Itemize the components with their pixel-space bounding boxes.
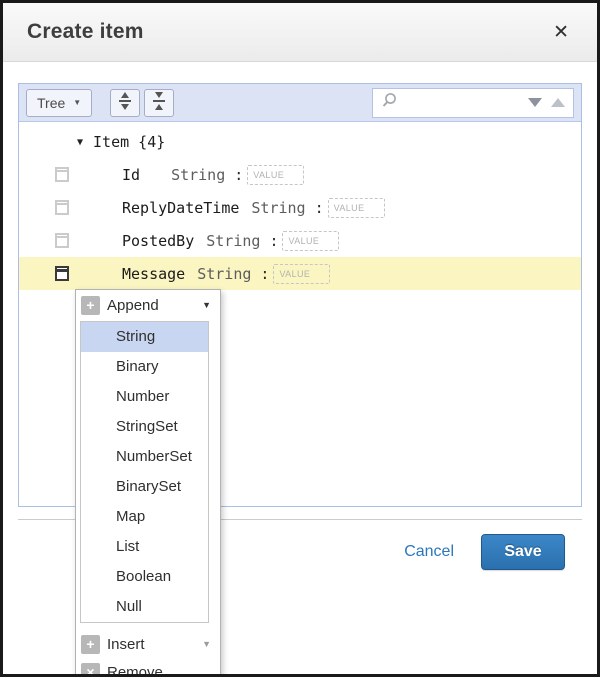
collapse-all-button[interactable] bbox=[144, 89, 174, 117]
chevron-down-icon: ▼ bbox=[202, 300, 211, 310]
tree-root-row[interactable]: ▼ Item {4} bbox=[19, 126, 581, 158]
search-input[interactable] bbox=[403, 95, 523, 110]
disclosure-triangle-icon[interactable]: ▼ bbox=[77, 137, 83, 148]
chevron-down-icon: ▼ bbox=[202, 639, 211, 649]
search-prev-icon[interactable] bbox=[528, 98, 542, 107]
append-type-submenu: String Binary Number StringSet NumberSet… bbox=[80, 321, 209, 623]
save-button[interactable]: Save bbox=[481, 534, 565, 570]
cancel-button[interactable]: Cancel bbox=[404, 543, 454, 561]
search-icon bbox=[381, 92, 398, 114]
attr-name: Message bbox=[122, 265, 185, 283]
row-context-menu: + Append ▼ String Binary Number StringSe… bbox=[75, 289, 221, 677]
type-option-stringset[interactable]: StringSet bbox=[81, 412, 208, 442]
type-option-numberset[interactable]: NumberSet bbox=[81, 442, 208, 472]
chevron-down-icon: ▼ bbox=[73, 98, 81, 107]
editor-toolbar: Tree ▼ bbox=[19, 84, 581, 122]
remove-label: Remove bbox=[107, 664, 163, 677]
insert-label: Insert bbox=[107, 636, 145, 653]
plus-icon: + bbox=[81, 296, 100, 315]
expand-all-icon bbox=[117, 91, 133, 114]
attr-colon: : bbox=[315, 199, 324, 217]
append-label: Append bbox=[107, 297, 159, 314]
tree-row-postedby[interactable]: PostedBy String : VALUE bbox=[19, 224, 581, 257]
type-option-list[interactable]: List bbox=[81, 532, 208, 562]
close-icon[interactable]: ✕ bbox=[549, 19, 573, 46]
row-actions-icon[interactable] bbox=[55, 233, 69, 248]
type-option-string[interactable]: String bbox=[81, 322, 208, 352]
attr-type: String bbox=[206, 232, 260, 250]
menu-item-insert[interactable]: + Insert ▼ bbox=[76, 630, 220, 658]
type-option-map[interactable]: Map bbox=[81, 502, 208, 532]
create-item-dialog: Create item ✕ Tree ▼ bbox=[0, 0, 600, 677]
tree-root-label: Item {4} bbox=[93, 133, 165, 151]
dialog-footer: Cancel Save bbox=[404, 534, 565, 570]
attr-colon: : bbox=[260, 265, 269, 283]
value-input[interactable]: VALUE bbox=[328, 198, 385, 218]
tree-row-replydatetime[interactable]: ReplyDateTime String : VALUE bbox=[19, 191, 581, 224]
dialog-titlebar: Create item ✕ bbox=[3, 3, 597, 62]
search-next-icon[interactable] bbox=[551, 98, 565, 107]
collapse-all-icon bbox=[151, 91, 167, 114]
dialog-title: Create item bbox=[27, 20, 144, 44]
type-option-number[interactable]: Number bbox=[81, 382, 208, 412]
attr-type: String bbox=[251, 199, 305, 217]
tree-row-message[interactable]: Message String : VALUE bbox=[19, 257, 581, 290]
plus-icon: + bbox=[81, 635, 100, 654]
expand-all-button[interactable] bbox=[110, 89, 140, 117]
attr-name: ReplyDateTime bbox=[122, 199, 239, 217]
row-actions-icon[interactable] bbox=[55, 266, 69, 281]
attr-type: String bbox=[171, 166, 225, 184]
attr-colon: : bbox=[269, 232, 278, 250]
value-input[interactable]: VALUE bbox=[247, 165, 304, 185]
value-input[interactable]: VALUE bbox=[282, 231, 339, 251]
attr-colon: : bbox=[234, 166, 243, 184]
attr-name: PostedBy bbox=[122, 232, 194, 250]
type-option-null[interactable]: Null bbox=[81, 592, 208, 622]
attr-type: String bbox=[197, 265, 251, 283]
view-mode-label: Tree bbox=[37, 95, 65, 111]
menu-item-append[interactable]: + Append ▼ bbox=[76, 290, 220, 320]
type-option-binaryset[interactable]: BinarySet bbox=[81, 472, 208, 502]
type-option-boolean[interactable]: Boolean bbox=[81, 562, 208, 592]
remove-x-icon: × bbox=[81, 663, 100, 677]
tree-row-id[interactable]: Id String : VALUE bbox=[19, 158, 581, 191]
value-input[interactable]: VALUE bbox=[273, 264, 330, 284]
view-mode-dropdown[interactable]: Tree ▼ bbox=[26, 89, 92, 117]
attribute-tree: ▼ Item {4} Id String : VALUE ReplyDateTi… bbox=[19, 122, 581, 290]
menu-item-remove[interactable]: × Remove bbox=[76, 658, 220, 677]
type-option-binary[interactable]: Binary bbox=[81, 352, 208, 382]
row-actions-icon[interactable] bbox=[55, 167, 69, 182]
row-actions-icon[interactable] bbox=[55, 200, 69, 215]
attr-name: Id bbox=[122, 166, 140, 184]
search-box[interactable] bbox=[372, 88, 574, 118]
